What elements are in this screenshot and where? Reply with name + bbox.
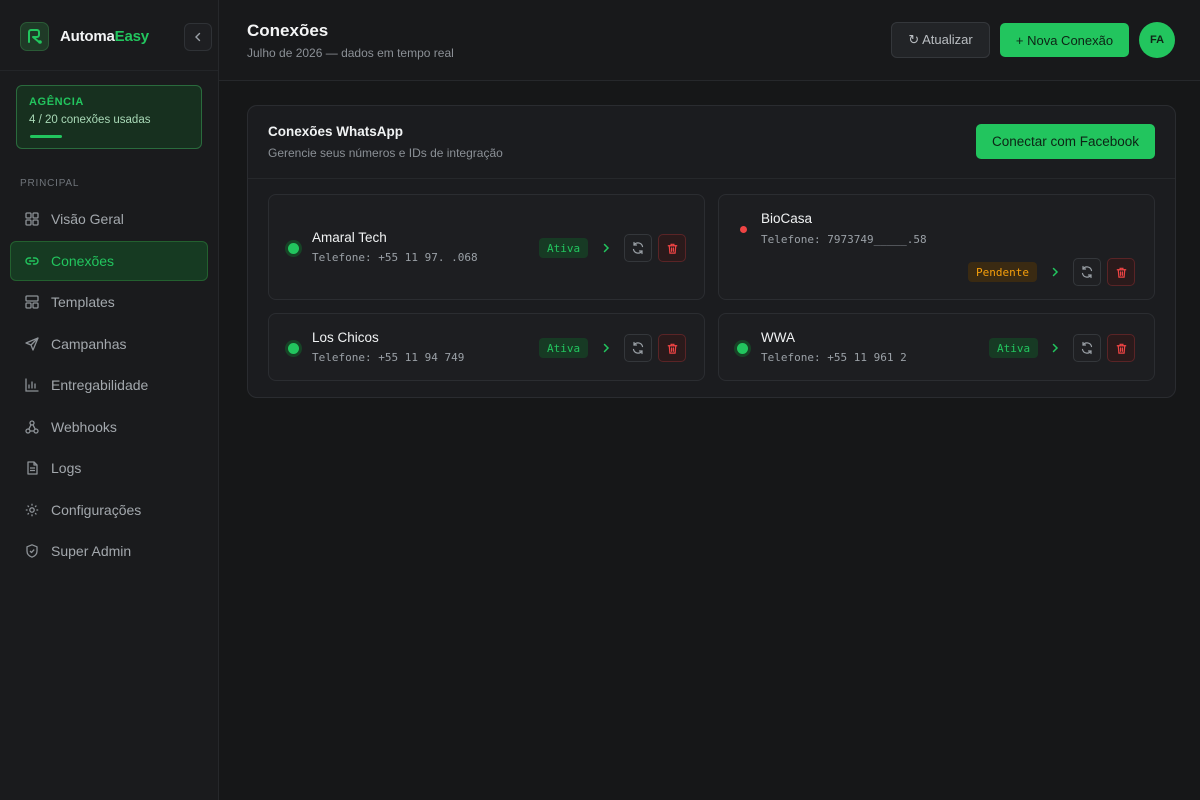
bar-chart-icon [23,376,41,394]
status-badge: Ativa [539,238,589,258]
connection-card[interactable]: Amaral Tech Telefone: +55 11 97. .068 At… [268,194,705,300]
sidebar-item-webhooks[interactable]: Webhooks [10,407,208,447]
brand-area: AutomaEasy [0,0,218,71]
connect-facebook-button[interactable]: Conectar com Facebook [976,124,1155,159]
panel-title: Conexões WhatsApp [268,124,404,139]
status-dot-active [288,343,299,354]
gear-icon [23,501,41,519]
connection-card[interactable]: BioCasa Telefone: 7973749_____.58 Penden… [718,194,1155,300]
new-connection-button[interactable]: + Nova Conexão [1000,23,1129,57]
sidebar-item-templates[interactable]: Templates [10,282,208,322]
sync-button[interactable] [1073,258,1101,286]
avatar[interactable]: FA [1139,22,1175,58]
connection-name: BioCasa [761,211,813,226]
sidebar-item-logs[interactable]: Logs [10,448,208,488]
delete-button[interactable] [658,234,686,262]
connection-card[interactable]: WWA Telefone: +55 11 961 2 Ativa [718,313,1155,381]
sidebar-item-visao-geral[interactable]: Visão Geral [10,199,208,239]
status-dot-pending [740,226,747,233]
chevron-right-icon[interactable] [599,341,613,355]
refresh-button[interactable]: ↻ Atualizar [891,22,990,58]
plan-usage-bar [30,135,190,138]
connection-name: Amaral Tech [312,230,387,245]
connection-phone: Telefone: +55 11 94 749 [312,351,465,364]
plan-usage-card: AGÊNCIA 4 / 20 conexões usadas [16,85,202,149]
layout-icon [23,293,41,311]
send-icon [23,335,41,353]
link-icon [23,252,41,270]
sidebar-item-label: Conexões [51,252,115,269]
sync-button[interactable] [624,234,652,262]
chevron-right-icon[interactable] [599,241,613,255]
page-title: Conexões [247,21,329,40]
connection-phone: Telefone: +55 11 97. .068 [312,251,478,264]
sync-button[interactable] [1073,334,1101,362]
plan-usage-text: 4 / 20 conexões usadas [29,114,151,126]
connection-phone: Telefone: +55 11 961 2 [761,351,907,364]
refresh-icon [632,241,644,255]
delete-button[interactable] [658,334,686,362]
chevron-right-icon[interactable] [1048,341,1062,355]
sidebar-item-campanhas[interactable]: Campanhas [10,324,208,364]
connection-name: Los Chicos [312,330,379,345]
sidebar: AutomaEasy AGÊNCIA 4 / 20 conexões usada… [0,0,219,800]
collapse-sidebar-button[interactable] [184,23,212,51]
trash-icon [667,343,677,354]
refresh-icon [1081,265,1093,279]
status-dot-active [737,343,748,354]
plan-title: AGÊNCIA [29,96,84,108]
trash-icon [667,243,677,254]
status-badge: Pendente [968,262,1037,282]
webhook-icon [23,418,41,436]
sync-button[interactable] [624,334,652,362]
whatsapp-connections-panel: Conexões WhatsApp Gerencie seus números … [247,105,1176,398]
sidebar-item-label: Super Admin [51,543,132,559]
delete-button[interactable] [1107,258,1135,286]
file-icon [23,459,41,477]
plan-usage-bar-fill [30,135,62,138]
connection-phone: Telefone: 7973749_____.58 [761,233,927,246]
sidebar-item-super-admin[interactable]: Super Admin [10,531,208,571]
sidebar-nav: Visão Geral Conexões Templates Campanhas… [10,199,208,573]
sidebar-item-conexoes[interactable]: Conexões [10,240,208,281]
delete-button[interactable] [1107,334,1135,362]
sidebar-item-label: Templates [51,294,115,310]
brand-name: AutomaEasy [60,28,149,45]
trash-icon [1116,267,1126,278]
panel-header: Conexões WhatsApp Gerencie seus números … [248,106,1175,179]
grid-icon [23,210,41,228]
trash-icon [1116,343,1126,354]
app-logo-icon [20,22,49,51]
chevron-left-icon [195,32,201,42]
connection-card[interactable]: Los Chicos Telefone: +55 11 94 749 Ativa [268,313,705,381]
status-badge: Ativa [989,338,1039,358]
status-dot-active [288,243,299,254]
sidebar-item-label: Logs [51,460,82,476]
shield-icon [23,542,41,560]
sidebar-item-label: Campanhas [51,335,127,352]
status-badge: Ativa [539,338,589,358]
nav-section-label: PRINCIPAL [20,178,80,189]
sidebar-item-configuracoes[interactable]: Configurações [10,490,208,530]
page-header: Conexões Julho de 2026 — dados em tempo … [219,0,1200,81]
page-subtitle: Julho de 2026 — dados em tempo real [247,46,454,60]
sidebar-item-label: Configurações [51,501,142,518]
chevron-right-icon[interactable] [1048,265,1062,279]
connection-name: WWA [761,330,795,345]
sidebar-item-label: Visão Geral [51,211,124,227]
sidebar-item-label: Webhooks [51,418,117,435]
refresh-icon [1081,341,1093,355]
sidebar-item-label: Entregabilidade [51,377,149,393]
sidebar-item-entregabilidade[interactable]: Entregabilidade [10,365,208,405]
panel-subtitle: Gerencie seus números e IDs de integraçã… [268,146,503,160]
refresh-icon [632,341,644,355]
